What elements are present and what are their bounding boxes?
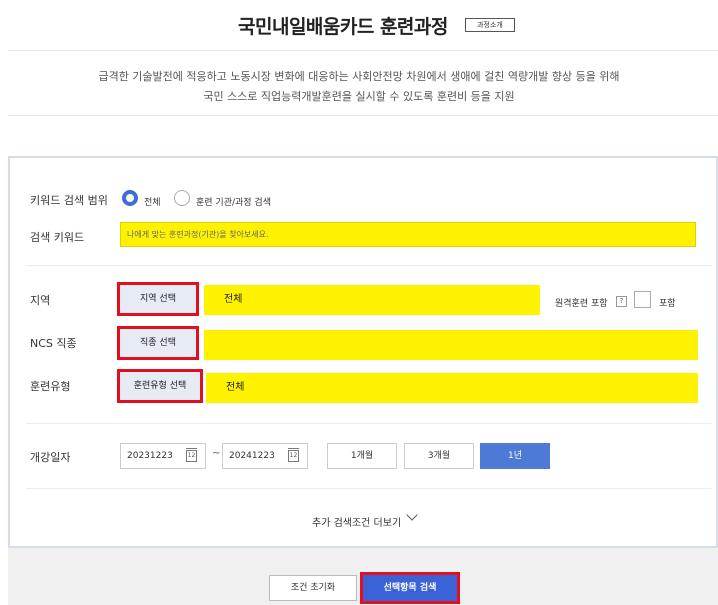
ncs-label: NCS 직종 <box>30 337 77 350</box>
region-label: 지역 <box>30 294 51 307</box>
chevron-down-icon[interactable] <box>406 509 418 521</box>
region-value: 전체 <box>204 285 540 315</box>
scope-all-label: 전체 <box>144 198 161 208</box>
remote-training-label: 원격훈련 포함 <box>555 299 608 309</box>
end-date-value: 20241223 <box>229 451 275 461</box>
reset-conditions-button[interactable]: 조건 초기화 <box>269 575 357 601</box>
more-conditions-link[interactable]: 추가 검색조건 더보기 <box>312 514 401 529</box>
period-1month-button[interactable]: 1개월 <box>327 443 397 469</box>
end-date-input[interactable]: 20241223 12 <box>222 443 308 469</box>
remote-include-checkbox[interactable] <box>634 291 651 308</box>
start-date-label: 개강일자 <box>30 451 71 464</box>
description-divider <box>8 115 718 116</box>
training-type-label: 훈련유형 <box>30 380 71 393</box>
header-divider <box>8 50 718 51</box>
training-type-select-button[interactable]: 훈련유형 선택 <box>117 369 203 403</box>
date-separator: ~ <box>212 448 221 459</box>
remote-include-label: 포함 <box>659 299 676 309</box>
keyword-label: 검색 키워드 <box>30 231 85 244</box>
ncs-select-button[interactable]: 직종 선택 <box>117 326 199 360</box>
period-3month-button[interactable]: 3개월 <box>404 443 474 469</box>
period-1year-button[interactable]: 1년 <box>480 443 550 469</box>
help-icon[interactable]: ? <box>616 296 627 307</box>
search-selected-button[interactable]: 선택항목 검색 <box>360 572 460 604</box>
section-divider <box>26 488 712 489</box>
scope-label: 키워드 검색 범위 <box>30 194 108 207</box>
region-select-button[interactable]: 지역 선택 <box>117 282 199 316</box>
start-date-value: 20231223 <box>127 451 173 461</box>
ncs-value <box>204 330 698 360</box>
keyword-input[interactable]: 나에게 맞는 훈련과정(기관)을 찾아보세요. <box>120 222 696 247</box>
search-panel: 키워드 검색 범위 전체 훈련 기관/과정 검색 검색 키워드 나에게 맞는 훈… <box>8 156 718 548</box>
training-type-value: 전체 <box>206 373 698 403</box>
course-intro-button[interactable]: 과정소개 <box>465 18 515 32</box>
region-select-button-label: 지역 선택 <box>140 294 176 304</box>
scope-institution-radio[interactable] <box>174 190 190 206</box>
ncs-select-button-label: 직종 선택 <box>140 338 176 348</box>
start-date-input[interactable]: 20231223 12 <box>120 443 206 469</box>
description-line-2: 국민 스스로 직업능력개발훈련을 실시할 수 있도록 훈련비 등을 지원 <box>203 90 515 103</box>
calendar-icon[interactable]: 12 <box>288 448 299 462</box>
calendar-icon[interactable]: 12 <box>186 448 197 462</box>
section-divider <box>26 423 712 424</box>
description-line-1: 급격한 기술발전에 적응하고 노동시장 변화에 대응하는 사회안전망 차원에서 … <box>98 70 620 83</box>
page-header: 국민내일배움카드 훈련과정 과정소개 <box>0 0 718 52</box>
page-title: 국민내일배움카드 훈련과정 <box>238 16 448 38</box>
scope-all-radio[interactable] <box>122 190 138 206</box>
scope-institution-label: 훈련 기관/과정 검색 <box>196 198 271 208</box>
training-type-select-button-label: 훈련유형 선택 <box>133 381 187 391</box>
section-divider <box>26 265 712 266</box>
